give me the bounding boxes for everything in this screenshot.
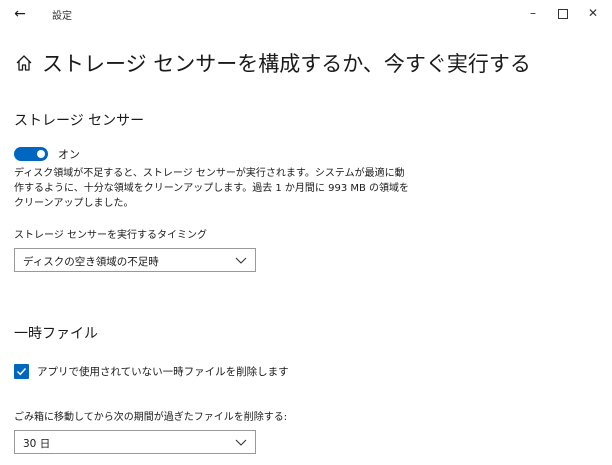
maximize-button[interactable]	[552, 4, 574, 22]
run-timing-value: ディスクの空き領域の不足時	[23, 256, 159, 268]
storage-sense-toggle[interactable]	[14, 147, 48, 161]
storage-sense-description: ディスク領域が不足すると、ストレージ センサーが実行されます。システムが最適に動…	[14, 168, 410, 209]
temp-files-heading: 一時ファイル	[14, 326, 98, 342]
minimize-button[interactable]: –	[522, 4, 544, 22]
page-header: ストレージ センサーを構成するか、今すぐ実行する	[14, 48, 531, 78]
back-button[interactable]: ←	[10, 5, 30, 23]
toggle-knob	[37, 150, 45, 158]
chevron-down-icon	[235, 439, 247, 446]
close-button[interactable]: ✕	[582, 4, 604, 22]
window-title: 設定	[52, 11, 72, 22]
recycle-bin-value: 30 日	[23, 438, 51, 450]
delete-temp-files-label: アプリで使用されていない一時ファイルを削除します	[37, 366, 289, 378]
run-timing-label: ストレージ センサーを実行するタイミング	[14, 230, 207, 241]
storage-sense-heading: ストレージ センサー	[14, 113, 145, 129]
page-title: ストレージ センサーを構成するか、今すぐ実行する	[42, 52, 531, 76]
delete-temp-files-checkbox[interactable]	[14, 364, 29, 379]
home-icon	[16, 55, 32, 71]
toggle-state-label: オン	[58, 148, 80, 161]
title-bar: ← 設定 – ✕	[0, 0, 612, 30]
checkmark-icon	[16, 367, 27, 376]
chevron-down-icon	[235, 257, 247, 264]
recycle-bin-label: ごみ箱に移動してから次の期間が過ぎたファイルを削除する:	[14, 412, 288, 423]
run-timing-dropdown[interactable]: ディスクの空き領域の不足時	[14, 248, 256, 272]
maximize-icon	[558, 8, 568, 19]
storage-sense-toggle-row: オン	[14, 146, 80, 162]
temp-files-checkbox-row: アプリで使用されていない一時ファイルを削除します	[14, 364, 289, 379]
recycle-bin-dropdown[interactable]: 30 日	[14, 430, 256, 454]
